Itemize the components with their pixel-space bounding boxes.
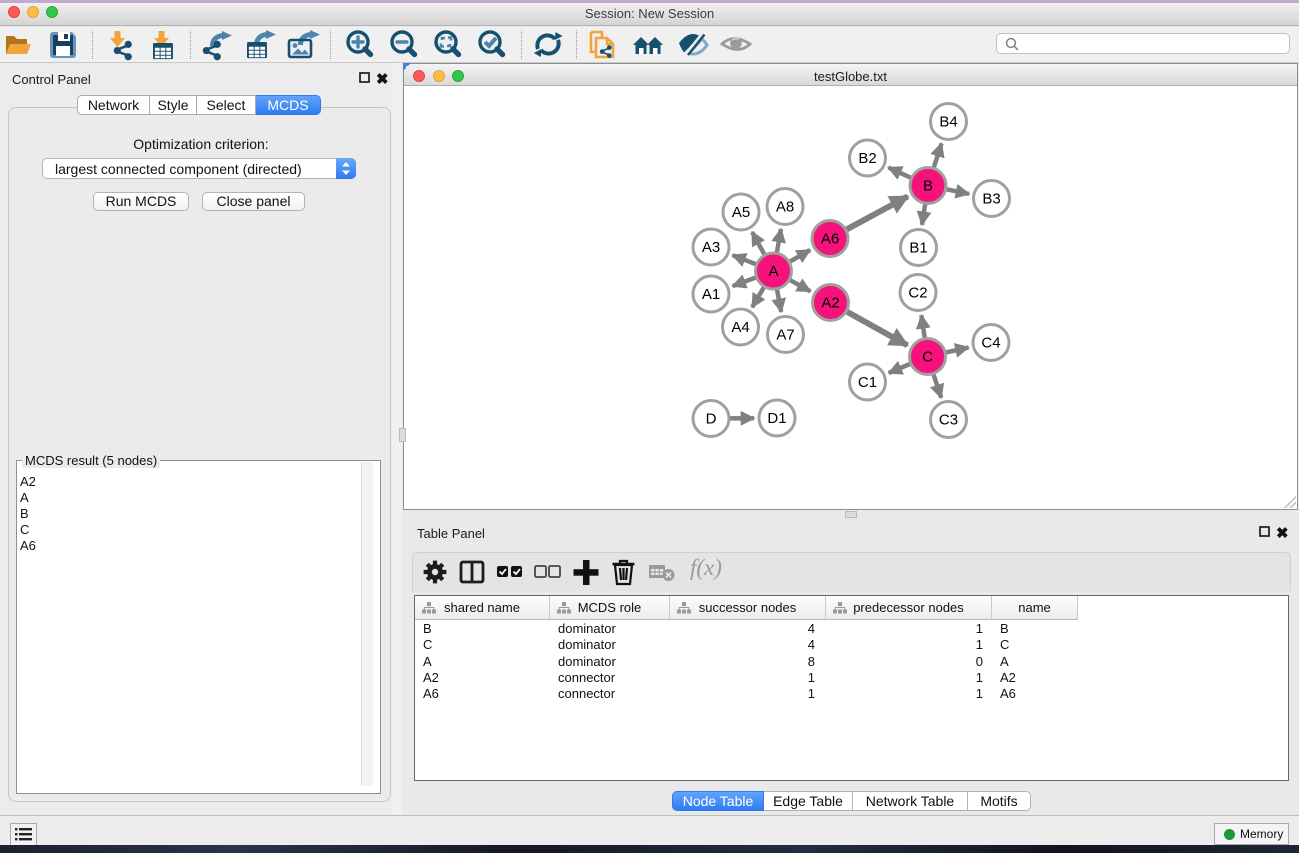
svg-text:C3: C3 bbox=[938, 412, 957, 429]
svg-text:A1: A1 bbox=[701, 286, 719, 303]
svg-text:A4: A4 bbox=[731, 319, 749, 336]
svg-text:A: A bbox=[768, 263, 778, 280]
svg-text:B2: B2 bbox=[858, 150, 876, 167]
svg-text:C2: C2 bbox=[908, 285, 927, 302]
svg-text:A5: A5 bbox=[731, 204, 749, 221]
svg-text:C4: C4 bbox=[981, 335, 1000, 352]
svg-text:A8: A8 bbox=[775, 199, 793, 216]
svg-text:B1: B1 bbox=[909, 240, 927, 257]
svg-text:A3: A3 bbox=[701, 239, 719, 256]
svg-text:B: B bbox=[922, 178, 932, 195]
svg-text:A2: A2 bbox=[821, 295, 839, 312]
svg-text:C1: C1 bbox=[857, 374, 876, 391]
svg-text:C: C bbox=[922, 349, 933, 366]
svg-text:D1: D1 bbox=[767, 410, 786, 427]
svg-text:A7: A7 bbox=[776, 327, 794, 344]
svg-text:D: D bbox=[705, 411, 716, 428]
svg-text:B4: B4 bbox=[939, 114, 957, 131]
svg-text:B3: B3 bbox=[982, 191, 1000, 208]
svg-text:A6: A6 bbox=[820, 231, 838, 248]
